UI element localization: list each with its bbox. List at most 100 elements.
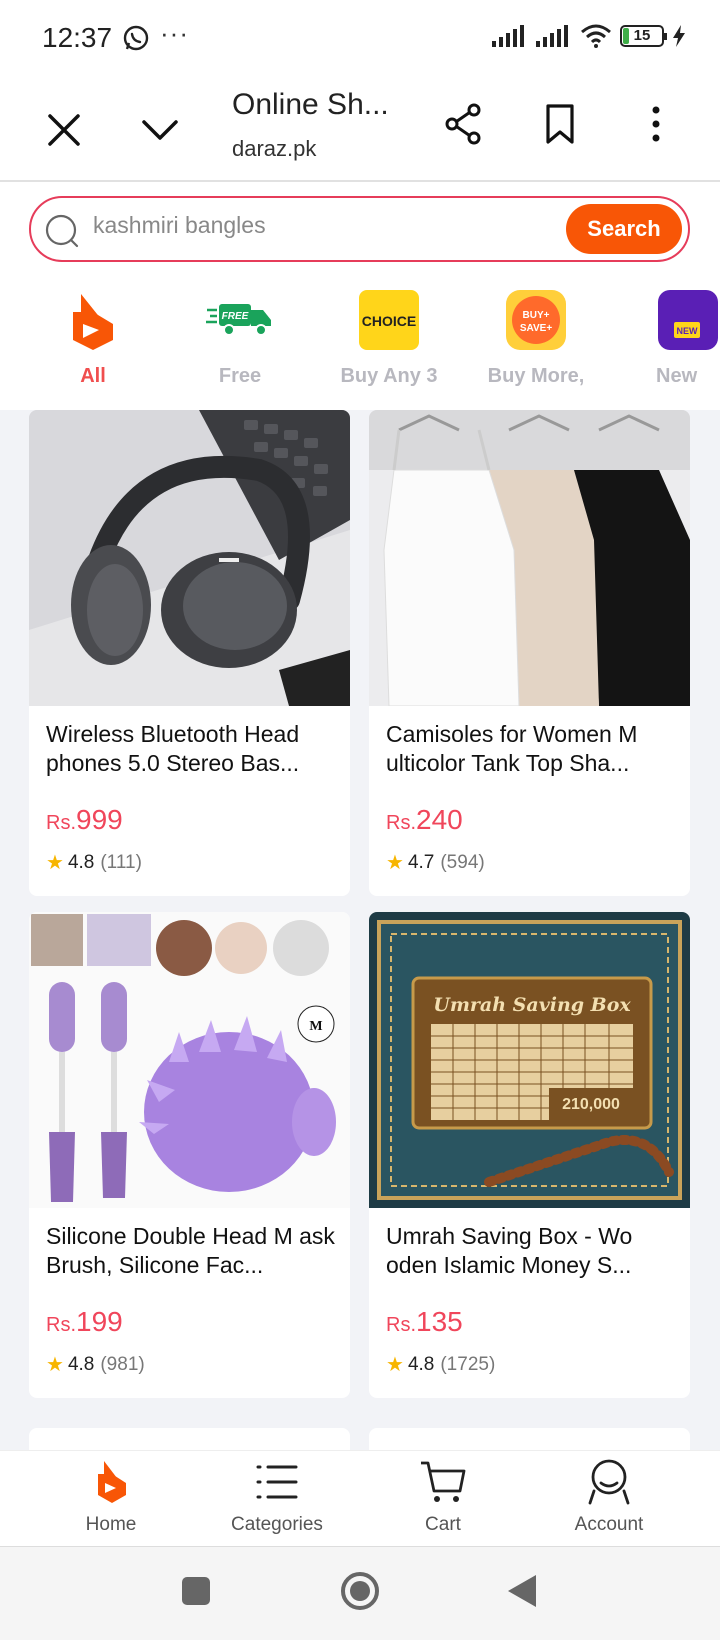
home-button-icon[interactable] — [340, 1571, 380, 1611]
category-label: Free — [218, 365, 262, 387]
camisoles-image — [369, 410, 690, 706]
umrah-saving-box-image — [369, 912, 690, 1208]
nav-categories[interactable]: Categories — [212, 1457, 342, 1536]
product-image — [369, 410, 690, 706]
chevron-down-icon[interactable] — [136, 106, 184, 154]
svg-text:SAVE+: SAVE+ — [520, 323, 552, 334]
star-icon: ★ — [386, 1354, 404, 1376]
price-amount: 135 — [416, 1306, 463, 1337]
status-bar: 12:37 ··· 15 — [0, 0, 720, 78]
search-icon — [45, 214, 79, 248]
price-amount: 240 — [416, 804, 463, 835]
review-count: (111) — [100, 851, 142, 873]
category-buy-more[interactable]: BUY+ SAVE+ Buy More, — [471, 288, 601, 388]
product-price: Rs.240 — [386, 804, 463, 836]
battery-icon: 15 — [620, 25, 667, 47]
product-card[interactable]: Umrah Saving Box 210,000 Umrah Saving Bo… — [369, 912, 690, 1398]
star-icon: ★ — [386, 852, 404, 874]
nav-cart[interactable]: Cart — [378, 1457, 508, 1536]
product-card[interactable]: Wireless Bluetooth Head phones 5.0 Stere… — [29, 410, 350, 896]
cart-icon — [421, 1461, 466, 1502]
search-bar[interactable]: kashmiri bangles Search — [29, 196, 690, 262]
page-url: daraz.pk — [232, 136, 317, 161]
free-badge-text: FREE — [222, 311, 249, 322]
star-icon: ★ — [46, 852, 64, 874]
price-amount: 199 — [76, 1306, 123, 1337]
signal-icon — [492, 25, 524, 47]
price-currency: Rs. — [46, 1314, 76, 1336]
nav-account[interactable]: Account — [544, 1457, 674, 1536]
product-price: Rs.999 — [46, 804, 123, 836]
category-label: All — [80, 365, 106, 387]
product-title: Umrah Saving Box - Wo oden Islamic Money… — [386, 1223, 633, 1278]
price-currency: Rs. — [386, 812, 416, 834]
back-icon[interactable] — [506, 1573, 538, 1609]
review-count: (1725) — [440, 1353, 496, 1375]
review-count: (981) — [100, 1353, 145, 1375]
recents-icon[interactable] — [180, 1575, 212, 1607]
bookmark-icon[interactable] — [536, 100, 584, 148]
close-icon[interactable] — [40, 106, 88, 154]
svg-text:M: M — [309, 1019, 322, 1034]
svg-text:BUY+: BUY+ — [523, 310, 550, 321]
rating-value: 4.8 — [407, 1353, 435, 1375]
rating-value: 4.8 — [67, 1353, 95, 1375]
price-currency: Rs. — [386, 1314, 416, 1336]
category-buy-any-3[interactable]: CHOICE Buy Any 3 — [324, 288, 454, 388]
rating-value: 4.8 — [67, 851, 95, 873]
bottom-nav: Home Categories Cart Account — [0, 1450, 720, 1546]
category-label: New — [656, 365, 698, 387]
system-nav-bar — [0, 1546, 720, 1640]
product-card[interactable]: Camisoles for Women M ulticolor Tank Top… — [369, 410, 690, 896]
box-total: 210,000 — [562, 1096, 620, 1113]
category-all[interactable]: All — [28, 288, 158, 388]
search-input[interactable]: kashmiri bangles — [93, 212, 266, 239]
product-title: Silicone Double Head M ask Brush, Silico… — [46, 1223, 335, 1278]
product-rating: ★ 4.7 (594) — [386, 850, 485, 875]
nav-home[interactable]: Home — [46, 1457, 176, 1536]
battery-percent: 15 — [633, 27, 651, 44]
category-free[interactable]: FREE Free — [175, 288, 305, 388]
product-card[interactable]: M Silicone Double Head M ask Brush, Sili… — [29, 912, 350, 1398]
product-rating: ★ 4.8 (1725) — [386, 1352, 495, 1377]
new-arrivals-icon: NEW — [658, 290, 718, 350]
choice-icon: CHOICE — [359, 290, 419, 350]
share-icon[interactable] — [440, 100, 488, 148]
product-price: Rs.135 — [386, 1306, 463, 1338]
nav-label: Home — [85, 1514, 137, 1535]
status-time: 12:37 — [42, 22, 113, 53]
free-delivery-truck-icon: FREE — [206, 304, 271, 336]
more-options-icon[interactable] — [632, 100, 680, 148]
charging-icon — [673, 25, 685, 47]
search-button[interactable]: Search — [566, 204, 682, 254]
search-section: kashmiri bangles Search All FREE Free CH… — [0, 182, 720, 410]
nav-label: Categories — [231, 1514, 323, 1535]
nav-label: Account — [574, 1514, 644, 1535]
whatsapp-icon — [123, 25, 149, 51]
buy-more-save-more-icon: BUY+ SAVE+ — [506, 290, 566, 350]
category-label: Buy Any 3 — [340, 365, 438, 387]
product-title: Camisoles for Women M ulticolor Tank Top… — [386, 721, 638, 776]
product-rating: ★ 4.8 (111) — [46, 850, 142, 875]
product-image: Umrah Saving Box 210,000 — [369, 912, 690, 1208]
product-price: Rs.199 — [46, 1306, 123, 1338]
review-count: (594) — [440, 851, 485, 873]
headphones-image — [29, 410, 350, 706]
category-label: Buy More, — [487, 365, 585, 387]
home-daraz-icon — [98, 1461, 126, 1503]
product-title: Wireless Bluetooth Head phones 5.0 Stere… — [46, 721, 300, 776]
categories-list-icon — [256, 1465, 298, 1499]
new-badge-text: NEW — [677, 326, 699, 336]
more-notifications-icon: ··· — [160, 18, 189, 48]
signal-icon — [536, 25, 568, 47]
silicone-brush-image: M — [29, 912, 350, 1208]
nav-label: Cart — [425, 1514, 461, 1535]
account-icon — [588, 1459, 630, 1505]
star-icon: ★ — [46, 1354, 64, 1376]
product-rating: ★ 4.8 (981) — [46, 1352, 145, 1377]
price-currency: Rs. — [46, 812, 76, 834]
category-new[interactable]: NEW New — [620, 288, 720, 388]
price-amount: 999 — [76, 804, 123, 835]
product-image — [29, 410, 350, 706]
box-title: Umrah Saving Box — [433, 994, 631, 1016]
